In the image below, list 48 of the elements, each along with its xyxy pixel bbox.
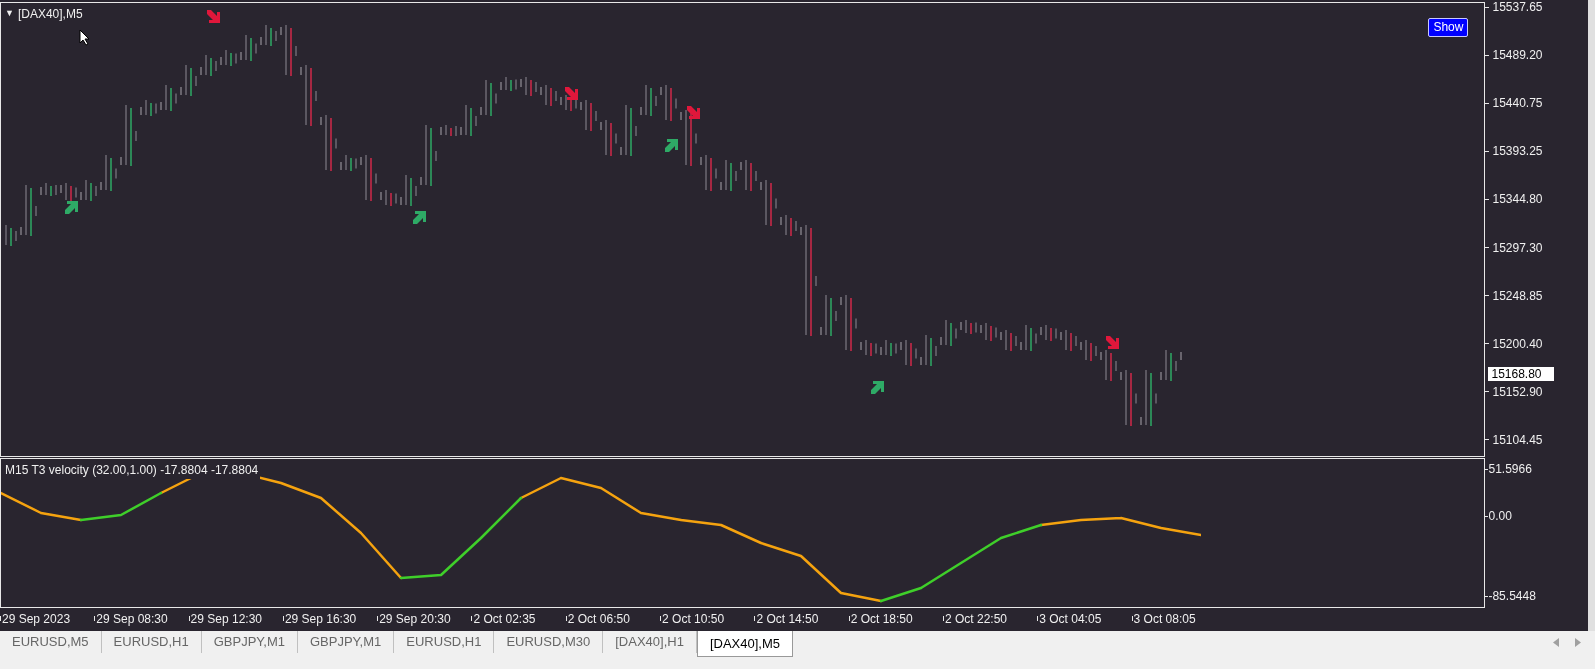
scroll-left-icon[interactable]: [1553, 637, 1559, 647]
time-axis-label: 2 Oct 02:35: [473, 610, 536, 628]
mouse-cursor-icon: [79, 29, 90, 46]
up-right-arrow-icon: [413, 211, 426, 224]
chart-tab[interactable]: EURUSD,M5: [0, 631, 102, 653]
chart-tab[interactable]: [DAX40],H1: [603, 631, 697, 653]
price-axis-label: 15537.65: [1492, 0, 1543, 14]
time-axis-label: 29 Sep 2023: [2, 610, 71, 628]
time-axis-label: 2 Oct 18:50: [850, 610, 913, 628]
price-axis-label: 15297.30: [1492, 240, 1543, 255]
down-right-arrow-icon: [207, 10, 220, 23]
indicator-axis-label: -85.5448: [1488, 589, 1536, 603]
down-right-arrow-icon: [1106, 336, 1119, 349]
indicator-axis-label: 0.00: [1488, 509, 1512, 523]
price-axis-label: 15393.25: [1492, 144, 1543, 159]
price-axis-label: 15344.80: [1492, 192, 1543, 207]
scroll-right-icon[interactable]: [1575, 637, 1581, 647]
time-axis-label: 3 Oct 04:05: [1039, 610, 1102, 628]
time-axis-label: 29 Sep 08:30: [96, 610, 168, 628]
chart-tab[interactable]: EURUSD,M30: [494, 631, 604, 653]
chart-tab[interactable]: GBPJPY,M1: [298, 631, 395, 653]
time-axis-label: 2 Oct 14:50: [756, 610, 819, 628]
down-right-arrow-icon: [565, 87, 578, 100]
up-right-arrow-icon: [65, 201, 78, 214]
time-axis-label: 29 Sep 12:30: [190, 610, 262, 628]
indicator-axis-label: 51.5966: [1488, 462, 1532, 476]
chart-tab[interactable]: GBPJPY,M1: [201, 631, 298, 653]
time-axis-label: 29 Sep 16:30: [284, 610, 357, 628]
up-right-arrow-icon: [871, 381, 884, 394]
price-axis-label: 15152.90: [1492, 384, 1543, 399]
collapse-caret[interactable]: ▼: [5, 7, 14, 21]
time-axis-label: 2 Oct 10:50: [662, 610, 725, 628]
up-right-arrow-icon: [665, 139, 678, 152]
time-axis-label: 29 Sep 20:30: [379, 610, 451, 628]
price-axis-label: 15248.85: [1492, 288, 1543, 303]
time-axis-label: 2 Oct 22:50: [944, 610, 1007, 628]
price-axis-label: 15104.45: [1492, 432, 1543, 447]
current-price-label: 15168.80: [1488, 367, 1555, 381]
chart-tab[interactable]: EURUSD,H1: [394, 631, 495, 653]
time-axis-label: 2 Oct 06:50: [567, 610, 630, 628]
chart-tab[interactable]: [DAX40],M5: [696, 631, 793, 657]
price-axis-label: 15200.40: [1492, 336, 1543, 351]
show-button[interactable]: Show: [1428, 18, 1469, 37]
down-right-arrow-icon: [687, 106, 700, 119]
price-axis-label: 15440.75: [1492, 96, 1543, 111]
time-axis-label: 3 Oct 08:05: [1133, 610, 1196, 628]
price-axis-label: 15489.20: [1492, 48, 1543, 63]
chart-tab[interactable]: EURUSD,H1: [101, 631, 202, 653]
